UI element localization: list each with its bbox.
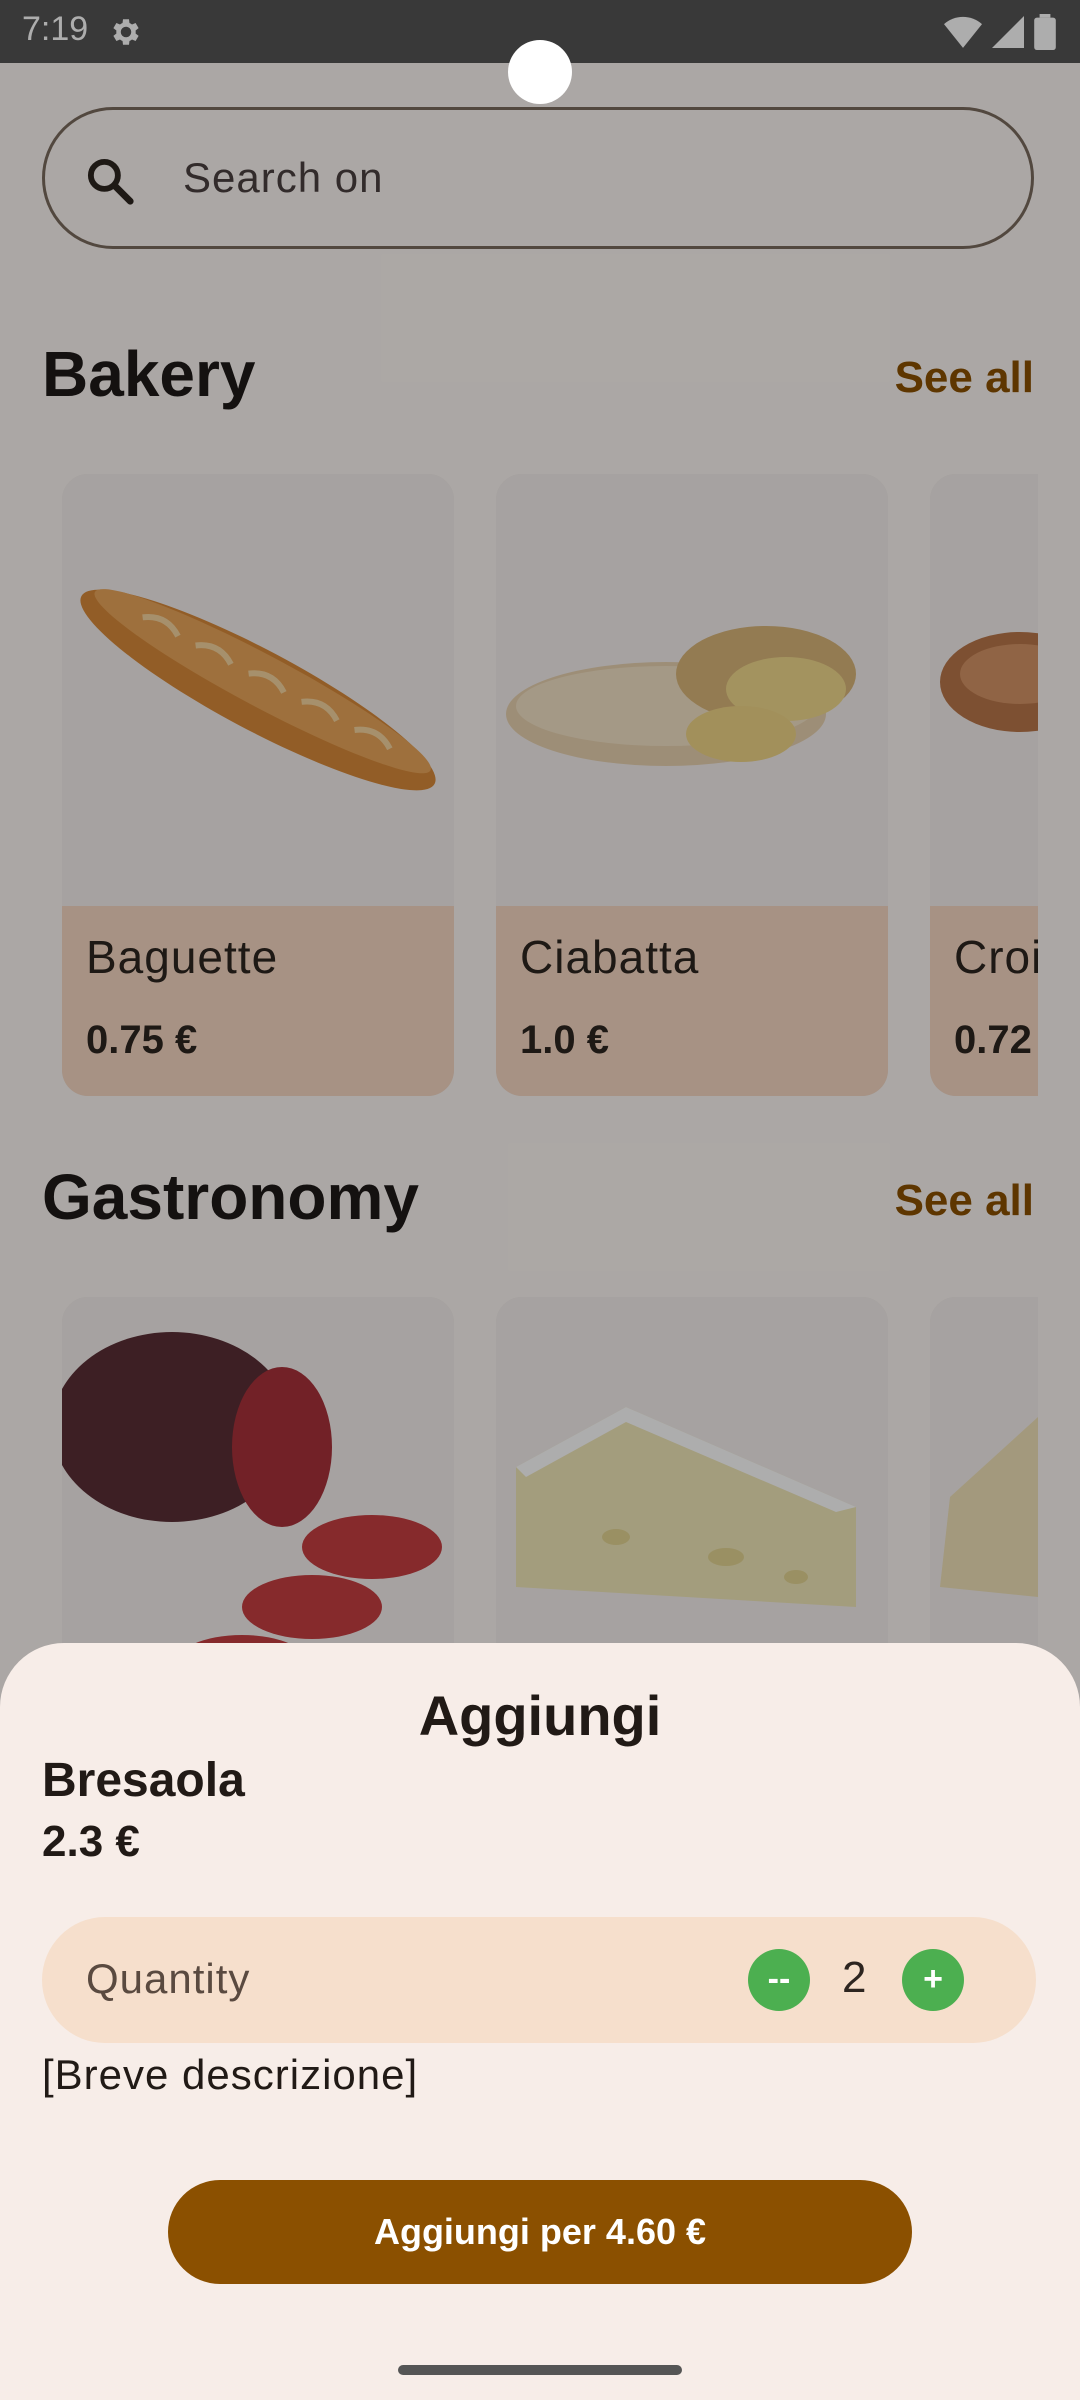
camera-cutout: [508, 40, 572, 104]
sheet-product-name: Bresaola: [42, 1754, 245, 1807]
sheet-product-price: 2.3 €: [42, 1817, 140, 1866]
increase-quantity-button[interactable]: +: [902, 1949, 964, 2011]
quantity-stepper: Quantity -- 2 +: [42, 1917, 1036, 2043]
decrease-quantity-button[interactable]: --: [748, 1949, 810, 2011]
add-to-cart-bottom-sheet: Aggiungi Bresaola 2.3 € Quantity -- 2 + …: [0, 1643, 1080, 2400]
quantity-label: Quantity: [86, 1955, 251, 2002]
home-indicator[interactable]: [398, 2365, 682, 2375]
add-to-cart-button[interactable]: Aggiungi per 4.60 €: [168, 2180, 912, 2284]
quantity-value: 2: [842, 1953, 867, 2002]
sheet-title: Aggiungi: [418, 1684, 662, 1747]
product-description: [Breve descrizione]: [42, 2051, 419, 2098]
